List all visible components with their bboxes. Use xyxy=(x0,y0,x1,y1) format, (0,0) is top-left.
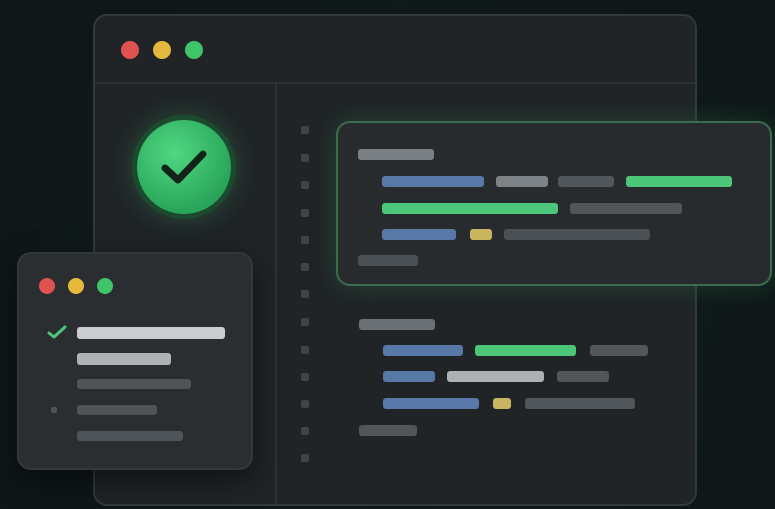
code-token xyxy=(382,229,456,240)
highlighted-code-panel xyxy=(336,121,772,286)
gutter-marker xyxy=(301,263,309,271)
gutter-marker xyxy=(301,209,309,217)
code-token xyxy=(493,398,511,409)
maximize-button[interactable] xyxy=(185,41,203,59)
code-token xyxy=(383,345,463,356)
close-button[interactable] xyxy=(121,41,139,59)
code-token xyxy=(590,345,648,356)
gutter-marker xyxy=(301,318,309,326)
code-token xyxy=(470,229,492,240)
list-bullet xyxy=(51,407,57,413)
sidebar-divider xyxy=(275,84,277,504)
gutter-marker xyxy=(301,154,309,162)
list-item xyxy=(77,431,183,441)
code-token xyxy=(570,203,682,214)
gutter-marker xyxy=(301,290,309,298)
code-token xyxy=(382,203,558,214)
code-token xyxy=(525,398,635,409)
minimize-button[interactable] xyxy=(68,278,84,294)
code-token xyxy=(558,176,614,187)
gutter-marker xyxy=(301,181,309,189)
code-line xyxy=(359,425,417,436)
code-token xyxy=(557,371,609,382)
list-item xyxy=(77,353,171,365)
list-item xyxy=(77,405,157,415)
close-button[interactable] xyxy=(39,278,55,294)
code-token xyxy=(383,371,435,382)
small-window xyxy=(17,252,253,470)
minimize-button[interactable] xyxy=(153,41,171,59)
gutter-marker xyxy=(301,126,309,134)
checkmark-circle-icon xyxy=(137,120,231,214)
list-item xyxy=(77,379,191,389)
code-line-heading xyxy=(359,319,435,330)
code-token xyxy=(475,345,576,356)
gutter-marker xyxy=(301,400,309,408)
gutter-marker xyxy=(301,346,309,354)
gutter-marker xyxy=(301,373,309,381)
list-item xyxy=(77,327,225,339)
code-token xyxy=(496,176,548,187)
code-token xyxy=(382,176,484,187)
gutter-marker xyxy=(301,454,309,462)
code-token xyxy=(447,371,544,382)
code-line xyxy=(358,255,418,266)
code-token xyxy=(504,229,650,240)
maximize-button[interactable] xyxy=(97,278,113,294)
gutter-marker xyxy=(301,236,309,244)
main-window-titlebar xyxy=(95,16,695,84)
code-token xyxy=(383,398,479,409)
gutter-marker xyxy=(301,427,309,435)
code-line-heading xyxy=(358,149,434,160)
code-token xyxy=(626,176,732,187)
checkmark-icon xyxy=(47,325,67,339)
